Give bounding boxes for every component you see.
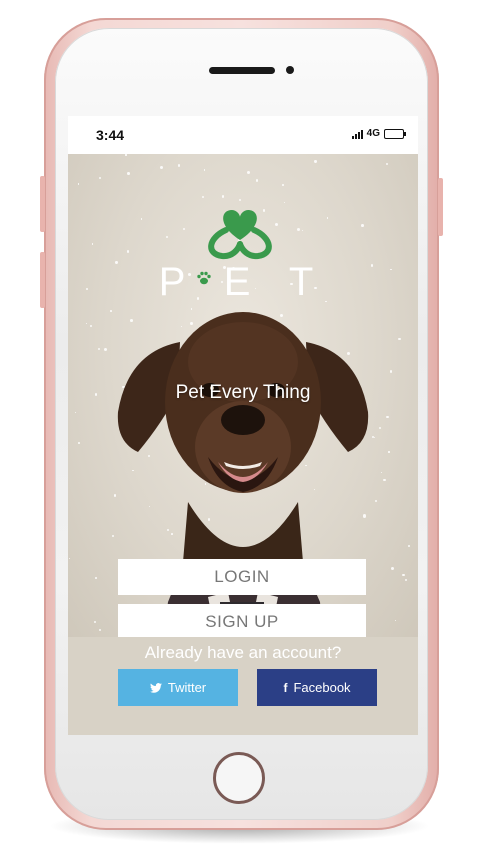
signup-button[interactable]: SIGN UP: [118, 604, 366, 637]
snowflake: [94, 620, 97, 623]
twitter-login-button[interactable]: Twitter: [118, 669, 238, 706]
snowflake: [282, 184, 284, 186]
earpiece-speaker: [209, 67, 275, 74]
snowflake: [408, 544, 410, 547]
snowflake: [201, 195, 205, 199]
snowflake: [160, 165, 163, 169]
snowflake: [301, 229, 304, 232]
hero-background: P E T Pet Every Thing LOGIN SIGN UP: [68, 154, 418, 637]
snowflake: [141, 218, 143, 220]
network-type: 4G: [366, 128, 380, 139]
snowflake: [397, 337, 401, 341]
snowflake: [389, 369, 393, 373]
snowflake: [94, 576, 97, 579]
snowflake: [385, 163, 389, 166]
snowflake: [247, 170, 251, 174]
snowflake: [404, 579, 407, 582]
status-indicators: 4G: [351, 128, 406, 139]
twitter-label: Twitter: [167, 680, 207, 695]
front-camera: [286, 66, 294, 74]
snowflake: [386, 415, 390, 419]
status-bar: 3:44 4G: [68, 116, 418, 154]
heart-logo-icon: [208, 210, 272, 260]
battery-icon: [384, 128, 406, 139]
snowflake: [402, 573, 405, 577]
snowflake: [126, 171, 130, 175]
snowflake: [69, 557, 71, 560]
power-button: [438, 178, 443, 236]
snowflake: [383, 479, 386, 482]
snowflake: [256, 179, 259, 182]
snowflake: [380, 471, 383, 473]
snowflake: [394, 619, 396, 621]
snowflake: [78, 442, 80, 444]
snowflake: [238, 198, 242, 202]
snowflake: [77, 183, 80, 185]
snowflake: [379, 426, 382, 429]
snowflake: [388, 451, 390, 453]
status-time: 3:44: [96, 127, 125, 143]
snowflake: [203, 169, 206, 171]
snowflake: [99, 176, 102, 179]
twitter-bird-icon: [149, 682, 162, 693]
paw-icon: [197, 271, 211, 285]
facebook-f-icon: f: [283, 680, 288, 695]
app-tagline: Pet Every Thing: [175, 382, 311, 403]
snowflake: [283, 201, 285, 203]
volume-down-button: [40, 252, 45, 308]
snowflake: [104, 348, 108, 352]
logo-wordmark: P E T: [158, 260, 328, 304]
snowflake: [99, 629, 102, 632]
snowflake: [90, 324, 93, 327]
snowflake: [177, 164, 180, 167]
snowflake: [326, 217, 329, 219]
signal-icon: [351, 129, 363, 139]
facebook-label: Facebook: [293, 680, 351, 695]
snowflake: [221, 195, 225, 199]
snowflake: [297, 227, 301, 232]
snowflake: [390, 566, 394, 571]
snowflake: [91, 243, 93, 245]
snowflake: [182, 227, 186, 230]
social-login-panel: Already have an account? Twitter f Faceb…: [68, 637, 418, 735]
account-prompt: Already have an account?: [144, 643, 342, 662]
volume-up-button: [40, 176, 45, 232]
home-button[interactable]: [213, 752, 265, 804]
app-screen: 3:44 4G P E T Pet Every Thing LOGIN SIGN…: [68, 116, 418, 735]
facebook-login-button[interactable]: f Facebook: [257, 669, 377, 706]
snowflake: [75, 411, 77, 413]
snowflake: [314, 160, 317, 163]
snowflake: [85, 322, 88, 325]
snowflake: [165, 235, 169, 239]
snowflake: [125, 154, 127, 156]
snowflake: [126, 250, 130, 253]
snowflake: [361, 223, 365, 227]
snowflake: [98, 347, 101, 350]
login-button[interactable]: LOGIN: [118, 559, 366, 595]
